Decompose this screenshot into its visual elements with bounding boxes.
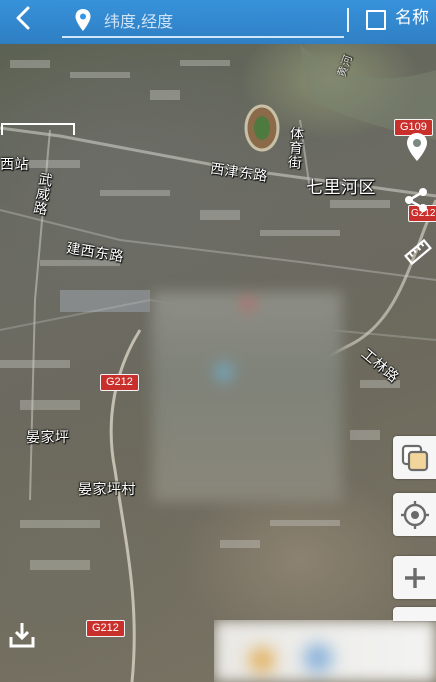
label-yanjiaping-village: 晏家坪村: [78, 482, 136, 498]
blurred-panel: [214, 620, 436, 682]
share-icon: [405, 188, 427, 212]
download-icon: [9, 623, 35, 648]
place-pin-button[interactable]: [402, 130, 432, 164]
top-bar: 名称: [0, 0, 436, 44]
back-button[interactable]: [6, 0, 42, 36]
back-arrow-icon: [16, 6, 30, 30]
measure-button[interactable]: [402, 236, 434, 268]
zoom-in-icon: [404, 567, 425, 588]
label-tiyu-street: 体育街: [285, 125, 305, 171]
map-pin-icon: [407, 133, 427, 161]
locate-button[interactable]: [393, 493, 436, 536]
share-button[interactable]: [400, 184, 432, 216]
road-jianxi: [0, 209, 436, 281]
blurred-region: [152, 292, 342, 502]
layers-icon: [401, 444, 428, 471]
route-shield-g212: G212: [100, 374, 139, 391]
download-button[interactable]: [4, 617, 40, 653]
ruler-icon: [404, 238, 432, 266]
stadium-field: [254, 116, 270, 140]
label-west-station: 西站: [0, 157, 29, 173]
name-checkbox[interactable]: [366, 10, 386, 30]
coordinate-search-input[interactable]: [102, 7, 336, 35]
label-yanjiaping: 晏家坪: [26, 430, 70, 446]
name-checkbox-label[interactable]: 名称: [395, 8, 429, 28]
label-district: 七里河区: [306, 178, 376, 198]
satellite-map[interactable]: 西站 武威路 西津东路 体育街 七里河区 建西东路 工林路 晏家坪 晏家坪村 黄…: [0, 0, 436, 682]
search-box: [62, 4, 344, 38]
layers-button[interactable]: [393, 436, 436, 479]
zoom-in-button[interactable]: [393, 556, 436, 599]
divider: [347, 8, 349, 32]
location-pin-icon: [75, 9, 91, 31]
locate-icon: [400, 500, 429, 529]
route-shield-g212: G212: [86, 620, 125, 637]
zoom-out-button[interactable]: [393, 607, 436, 621]
